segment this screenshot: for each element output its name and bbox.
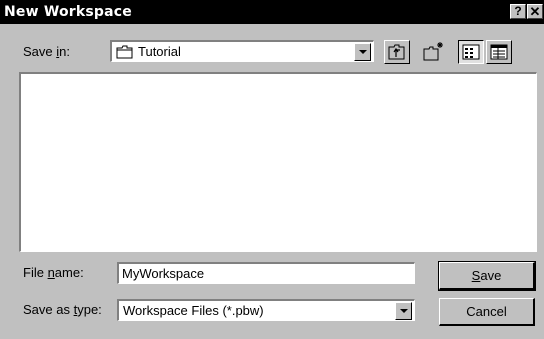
cancel-button[interactable]: Cancel <box>439 298 535 326</box>
save-in-dropdown[interactable]: Tutorial <box>110 40 374 62</box>
save-as-type-label-part: ype: <box>77 302 102 317</box>
dialog-title: New Workspace <box>4 4 132 20</box>
details-view-button[interactable] <box>486 40 512 64</box>
save-in-dropdown-arrow[interactable] <box>354 43 371 61</box>
file-name-label: File name: <box>23 265 84 280</box>
save-button-label: ave <box>480 268 502 283</box>
save-in-label-part: Save <box>23 44 57 59</box>
save-as-type-dropdown-arrow[interactable] <box>395 302 412 320</box>
help-button[interactable]: ? <box>510 4 526 19</box>
save-in-label-part: n: <box>59 44 70 59</box>
file-name-label-part: File <box>23 265 48 280</box>
details-view-icon <box>490 44 508 60</box>
up-folder-icon <box>388 44 405 60</box>
up-one-level-button[interactable] <box>384 40 410 64</box>
save-in-label: Save in: <box>23 44 70 59</box>
save-as-type-label: Save as type: <box>23 302 102 317</box>
close-button[interactable]: ✕ <box>527 4 543 19</box>
folder-icon <box>116 45 133 59</box>
file-name-input[interactable] <box>117 262 415 284</box>
save-in-value: Tutorial <box>138 44 181 59</box>
list-view-icon <box>462 44 480 60</box>
save-as-type-label-part: Save as <box>23 302 74 317</box>
file-name-label-part: ame: <box>54 265 84 280</box>
save-as-type-dropdown[interactable]: Workspace Files (*.pbw) <box>117 299 415 321</box>
file-name-label-hotkey: n <box>47 265 55 280</box>
save-button[interactable]: Save <box>438 261 536 291</box>
new-folder-icon <box>423 42 443 61</box>
save-as-type-value: Workspace Files (*.pbw) <box>123 303 264 318</box>
file-list[interactable] <box>19 72 537 252</box>
new-workspace-dialog: New Workspace ? ✕ Save in: Tutorial File… <box>0 0 544 339</box>
title-bar[interactable]: New Workspace ? ✕ <box>0 0 544 24</box>
list-view-button[interactable] <box>458 40 484 64</box>
create-new-folder-button[interactable] <box>421 40 447 64</box>
